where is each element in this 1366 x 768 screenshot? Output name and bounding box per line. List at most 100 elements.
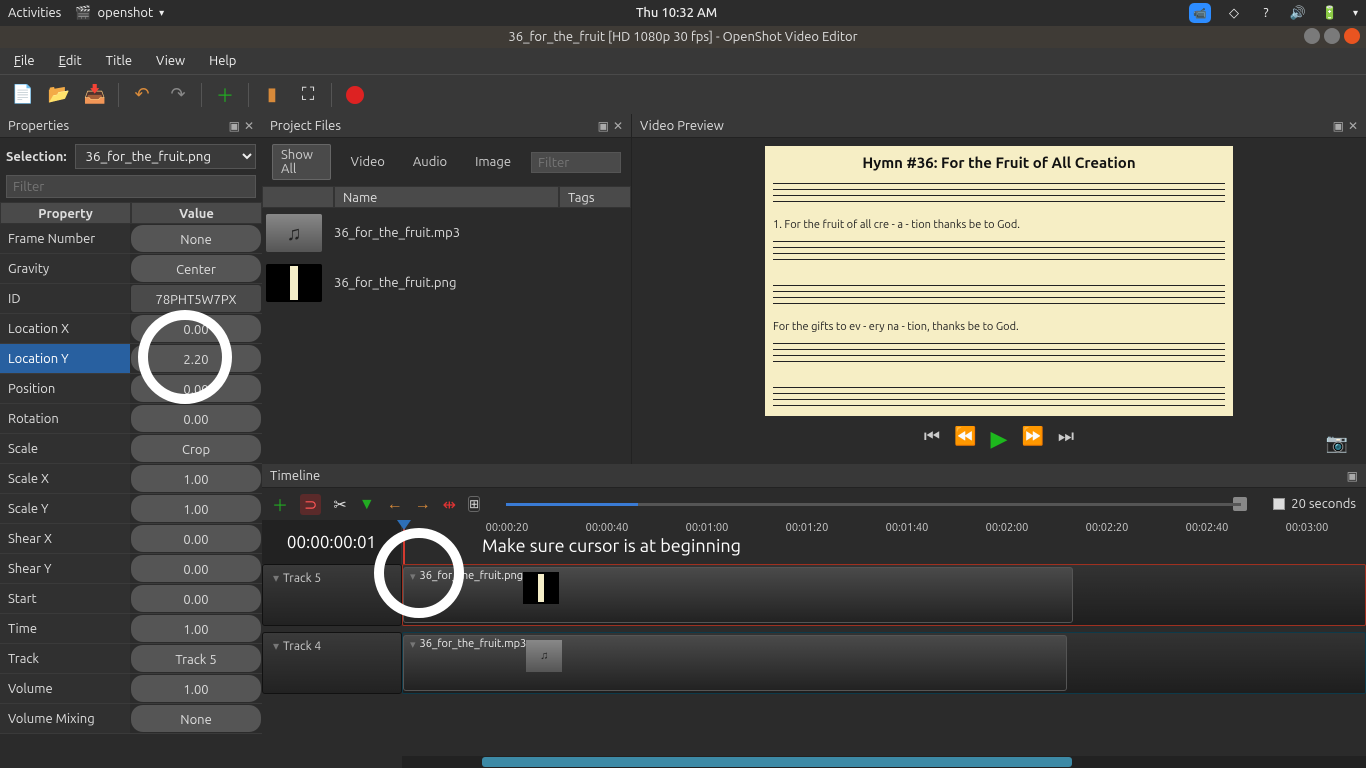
menu-title[interactable]: Title bbox=[96, 51, 142, 71]
properties-filter-input[interactable] bbox=[6, 175, 256, 198]
jump-start-button[interactable]: ⏮ bbox=[924, 426, 940, 452]
close-panel-icon[interactable]: ✕ bbox=[613, 119, 623, 133]
menu-help[interactable]: Help bbox=[199, 51, 246, 71]
property-value[interactable]: None bbox=[131, 225, 261, 252]
property-row[interactable]: Scale X1.00 bbox=[0, 464, 262, 494]
window-maximize-button[interactable] bbox=[1324, 28, 1340, 44]
property-row[interactable]: TrackTrack 5 bbox=[0, 644, 262, 674]
open-project-button[interactable]: 📂 bbox=[46, 82, 72, 108]
undock-icon[interactable]: ▣ bbox=[1333, 119, 1344, 133]
window-minimize-button[interactable] bbox=[1304, 28, 1320, 44]
property-value[interactable]: Center bbox=[131, 255, 261, 282]
zoom-tray-icon[interactable]: 📹 bbox=[1189, 3, 1211, 23]
property-value[interactable]: 0.00 bbox=[131, 585, 261, 612]
property-value[interactable]: 1.00 bbox=[131, 495, 261, 522]
property-value[interactable]: 0.00 bbox=[131, 375, 261, 402]
value-header[interactable]: Value bbox=[131, 202, 262, 224]
razor-button[interactable]: ✂ bbox=[333, 495, 346, 514]
file-row[interactable]: 36_for_the_fruit.png bbox=[262, 258, 631, 308]
dropbox-tray-icon[interactable]: ◇ bbox=[1225, 4, 1243, 22]
fullscreen-button[interactable]: ⛶ bbox=[295, 82, 321, 108]
property-row[interactable]: GravityCenter bbox=[0, 254, 262, 284]
center-playhead-button[interactable]: ⇹ bbox=[443, 495, 456, 514]
property-row[interactable]: Scale Y1.00 bbox=[0, 494, 262, 524]
undock-icon[interactable]: ▣ bbox=[229, 119, 240, 133]
property-row[interactable]: ScaleCrop bbox=[0, 434, 262, 464]
play-button[interactable]: ▶ bbox=[991, 426, 1008, 452]
property-row[interactable]: Location X0.00 bbox=[0, 314, 262, 344]
property-row[interactable]: Frame NumberNone bbox=[0, 224, 262, 254]
property-value[interactable]: 0.00 bbox=[131, 555, 261, 582]
tab-show-all[interactable]: Show All bbox=[272, 144, 331, 180]
property-row[interactable]: Position0.00 bbox=[0, 374, 262, 404]
timeline-ruler[interactable]: 00:00:00:01 Make sure cursor is at begin… bbox=[262, 520, 1366, 564]
name-header[interactable]: Name bbox=[334, 186, 559, 208]
property-row[interactable]: Start0.00 bbox=[0, 584, 262, 614]
timeline-track[interactable]: ▾Track 5▾36_for_the_fruit.png bbox=[262, 564, 1366, 626]
undock-icon[interactable]: ▣ bbox=[598, 119, 609, 133]
add-marker-button[interactable]: ▼ bbox=[359, 495, 375, 514]
thumb-header[interactable] bbox=[262, 186, 334, 208]
tab-image[interactable]: Image bbox=[467, 152, 519, 172]
track-header[interactable]: ▾Track 5 bbox=[262, 564, 402, 626]
playhead[interactable] bbox=[403, 520, 405, 564]
next-marker-button[interactable]: → bbox=[415, 495, 431, 514]
track-header[interactable]: ▾Track 4 bbox=[262, 632, 402, 694]
selection-dropdown[interactable]: 36_for_the_fruit.png bbox=[75, 144, 256, 169]
zoom-reset-button[interactable]: ⊞ bbox=[468, 496, 480, 512]
menu-view[interactable]: View bbox=[146, 51, 195, 71]
property-value[interactable]: 2.20 bbox=[131, 345, 261, 372]
close-panel-icon[interactable]: ✕ bbox=[1348, 119, 1358, 133]
property-row[interactable]: Time1.00 bbox=[0, 614, 262, 644]
property-value[interactable]: Crop bbox=[131, 435, 261, 462]
profile-button[interactable]: ▮ bbox=[259, 82, 285, 108]
app-menu[interactable]: 🎬 openshot ▾ bbox=[75, 6, 164, 21]
snap-button[interactable]: ⊃ bbox=[300, 494, 321, 515]
property-value[interactable]: 1.00 bbox=[131, 615, 261, 642]
property-value[interactable]: 0.00 bbox=[131, 405, 261, 432]
property-value[interactable]: None bbox=[131, 705, 261, 732]
property-value[interactable]: 1.00 bbox=[131, 675, 261, 702]
clock[interactable]: Thu 10:32 AM bbox=[164, 6, 1189, 20]
property-value[interactable]: Track 5 bbox=[131, 645, 261, 672]
file-row[interactable]: ♫36_for_the_fruit.mp3 bbox=[262, 208, 631, 258]
activities-button[interactable]: Activities bbox=[8, 6, 61, 20]
save-project-button[interactable]: 📥 bbox=[82, 82, 108, 108]
property-value[interactable]: 0.00 bbox=[131, 315, 261, 342]
fast-forward-button[interactable]: ⏩ bbox=[1021, 426, 1043, 452]
zoom-checkbox-icon[interactable] bbox=[1273, 498, 1285, 510]
property-row[interactable]: Shear X0.00 bbox=[0, 524, 262, 554]
menu-file[interactable]: File bbox=[4, 51, 45, 71]
track-lane[interactable]: ▾36_for_the_fruit.mp3♫ bbox=[402, 632, 1366, 694]
window-close-button[interactable] bbox=[1344, 28, 1360, 44]
redo-button[interactable]: ↷ bbox=[165, 82, 191, 108]
close-panel-icon[interactable]: ✕ bbox=[244, 119, 254, 133]
undo-button[interactable]: ↶ bbox=[129, 82, 155, 108]
system-menu-chevron-icon[interactable]: ▾ bbox=[1353, 7, 1358, 19]
menu-edit[interactable]: Edit bbox=[49, 51, 92, 71]
property-value[interactable]: 78PHT5W7PX bbox=[131, 285, 261, 312]
timeline-clip[interactable]: ▾36_for_the_fruit.mp3♫ bbox=[403, 635, 1067, 691]
import-files-button[interactable]: ＋ bbox=[212, 82, 238, 108]
battery-tray-icon[interactable]: 🔋 bbox=[1321, 4, 1339, 22]
volume-tray-icon[interactable]: 🔊 bbox=[1289, 4, 1307, 22]
undock-icon[interactable]: ▣ bbox=[1347, 469, 1358, 483]
rewind-button[interactable]: ⏪ bbox=[954, 426, 976, 452]
timeline-horizontal-scrollbar[interactable] bbox=[402, 756, 1366, 768]
jump-end-button[interactable]: ⏭ bbox=[1058, 426, 1074, 452]
track-lane[interactable]: ▾36_for_the_fruit.png bbox=[402, 564, 1366, 626]
property-row[interactable]: Rotation0.00 bbox=[0, 404, 262, 434]
snapshot-button[interactable]: 📷 bbox=[1326, 433, 1348, 454]
tags-header[interactable]: Tags bbox=[559, 186, 631, 208]
prev-marker-button[interactable]: ← bbox=[387, 495, 403, 514]
property-row[interactable]: Volume MixingNone bbox=[0, 704, 262, 734]
property-row[interactable]: Location Y2.20 bbox=[0, 344, 262, 374]
tab-audio[interactable]: Audio bbox=[405, 152, 455, 172]
property-row[interactable]: Shear Y0.00 bbox=[0, 554, 262, 584]
property-row[interactable]: Volume1.00 bbox=[0, 674, 262, 704]
help-tray-icon[interactable]: ? bbox=[1257, 4, 1275, 22]
property-header[interactable]: Property bbox=[0, 202, 131, 224]
timeline-clip[interactable]: ▾36_for_the_fruit.png bbox=[403, 567, 1073, 623]
export-button[interactable] bbox=[342, 82, 368, 108]
property-value[interactable]: 0.00 bbox=[131, 525, 261, 552]
